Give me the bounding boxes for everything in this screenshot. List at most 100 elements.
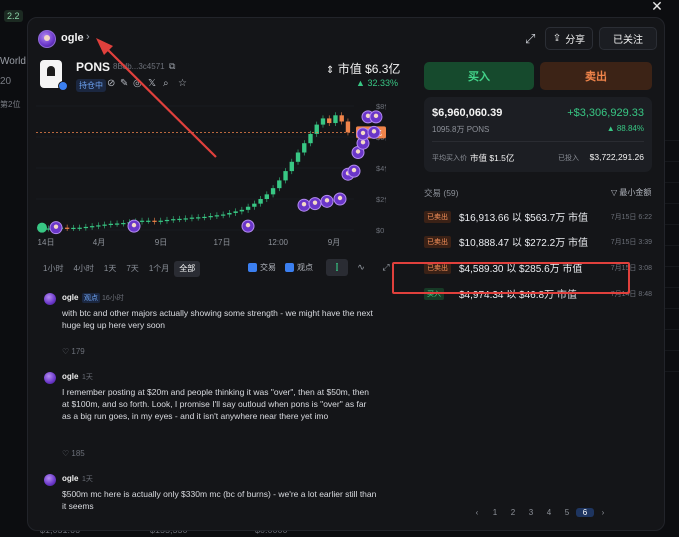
avatar[interactable]: [38, 30, 56, 48]
trade-marker-face: [351, 167, 357, 173]
candle-body: [264, 194, 270, 199]
line-chart-icon[interactable]: ∿: [350, 259, 372, 276]
y-tick-label: $4亿: [376, 163, 386, 173]
timeframe-option[interactable]: 全部: [174, 261, 201, 277]
pill-icon[interactable]: ⊘: [107, 78, 115, 89]
page-number[interactable]: 3: [522, 508, 540, 517]
prev-page-icon[interactable]: ‹: [468, 508, 486, 517]
avatar[interactable]: [44, 372, 56, 384]
timeframe-option[interactable]: 7天: [121, 261, 143, 277]
x-icon[interactable]: 𝕏: [148, 78, 156, 89]
candle-body: [146, 220, 151, 222]
expand-icon[interactable]: ⤢: [525, 31, 535, 47]
page-number[interactable]: 1: [486, 508, 504, 517]
candle-body: [177, 218, 182, 221]
star-icon[interactable]: ☆: [178, 78, 187, 89]
candle-body: [102, 224, 107, 226]
y-tick-label: $0: [376, 226, 384, 235]
trade-marker-face: [360, 140, 366, 145]
min-amount-filter[interactable]: ▽ 最小金额: [611, 187, 651, 198]
avatar[interactable]: [44, 474, 56, 486]
like-count: 179: [71, 347, 85, 356]
holding-badge: 持仓中: [76, 79, 106, 92]
page-number[interactable]: 5: [558, 508, 576, 517]
comment-time: 1天: [82, 476, 93, 483]
close-icon[interactable]: ✕: [645, 0, 669, 16]
like-button[interactable]: ♡ 179: [62, 347, 85, 356]
username[interactable]: ogle: [61, 32, 84, 44]
comment-user[interactable]: ogle: [62, 372, 78, 381]
share-icon: ⇪: [552, 33, 562, 44]
follow-button[interactable]: 已关注: [599, 27, 657, 50]
trade-marker-face: [371, 129, 377, 134]
trade-marker-face: [312, 200, 318, 205]
trade-marker-face: [337, 195, 343, 201]
heart-icon: ♡: [62, 347, 70, 356]
candlestick-icon[interactable]: ⫿: [326, 259, 348, 276]
market-cap: ⇕ 市值 $6.3亿: [326, 60, 400, 77]
x-tick-label: 14日: [38, 238, 55, 247]
buy-button[interactable]: 买入: [424, 62, 534, 90]
page-number[interactable]: 6: [576, 508, 594, 517]
next-page-icon[interactable]: ›: [594, 508, 612, 517]
candle-body: [108, 223, 114, 225]
option-views-label: 观点: [297, 263, 313, 272]
page-number[interactable]: 2: [504, 508, 522, 517]
copy-icon[interactable]: ⧉: [169, 61, 175, 72]
candle-body: [121, 223, 126, 225]
checkbox-views[interactable]: [285, 263, 294, 272]
buy-label: 买入: [468, 71, 490, 83]
timeframe-option[interactable]: 1个月: [144, 261, 174, 277]
like-button[interactable]: ♡ 185: [62, 449, 85, 458]
timeframe-selector: 1小时 4小时 1天 7天 1个月 全部: [38, 261, 201, 277]
trade-marker-face: [360, 130, 366, 136]
transactions-title: 交易 (59): [424, 188, 459, 198]
globe-icon[interactable]: ◎: [133, 78, 142, 89]
price-chart[interactable]: $8亿$6亿$4亿$2亿$014日4月9日17日12:009月$6.3亿: [36, 98, 386, 248]
edit-icon[interactable]: ✎: [120, 78, 128, 89]
x-tick-label: 9日: [155, 238, 167, 247]
y-tick-label: $2亿: [376, 194, 386, 204]
page-number[interactable]: 4: [540, 508, 558, 517]
candle-body: [308, 133, 313, 144]
timeframe-option[interactable]: 1小时: [38, 261, 68, 277]
search-icon[interactable]: ⌕: [163, 78, 169, 89]
avg-buy-label: 平均买入价: [432, 155, 467, 162]
candle-body: [327, 118, 332, 124]
candle-body: [258, 199, 263, 204]
candle-body: [302, 143, 307, 153]
share-button[interactable]: ⇪ 分享: [545, 27, 593, 50]
comment-tag: 观点: [82, 293, 100, 303]
transaction-text: $10,888.47 以 $272.2万 市值: [459, 238, 588, 249]
candle-body: [220, 214, 226, 216]
candle-body: [83, 226, 89, 229]
transaction-row[interactable]: 已卖出 $10,888.47 以 $272.2万 市值 7月15日 3:39: [424, 232, 652, 252]
option-trades[interactable]: 交易: [248, 262, 276, 273]
option-views[interactable]: 观点: [285, 262, 313, 273]
highlight-box: [392, 262, 630, 294]
min-amount-label: 最小金额: [619, 188, 652, 197]
transaction-row[interactable]: 已卖出 $16,913.66 以 $563.7万 市值 7月15日 6:22: [424, 207, 652, 227]
comment-user[interactable]: ogle: [62, 474, 78, 483]
timeframe-option[interactable]: 4小时: [68, 261, 98, 277]
candle-body: [227, 212, 232, 215]
verified-badge-icon: [58, 81, 68, 91]
candle-body: [189, 217, 195, 219]
trade-marker-face: [373, 113, 379, 119]
comment-time: 16小时: [102, 295, 124, 302]
background-left-panel: 2.2 World L 20 第2位: [0, 0, 34, 537]
timeframe-option[interactable]: 1天: [99, 261, 121, 277]
arrow-up-icon: ▲: [356, 78, 365, 88]
candle-body: [239, 209, 245, 212]
trade-marker-face: [53, 224, 59, 229]
heart-icon: ♡: [62, 449, 70, 458]
invested-label: 已投入: [558, 155, 579, 162]
checkbox-trades[interactable]: [248, 263, 257, 272]
comment-user[interactable]: ogle: [62, 293, 78, 302]
y-tick-label: $8亿: [376, 101, 386, 111]
candle-body: [114, 223, 120, 225]
avatar[interactable]: [44, 293, 56, 305]
modal-header: ogle › ⤢ ⇪ 分享 已关注: [28, 18, 664, 60]
chevron-right-icon[interactable]: ›: [86, 31, 90, 43]
sell-button[interactable]: 卖出: [540, 62, 652, 90]
